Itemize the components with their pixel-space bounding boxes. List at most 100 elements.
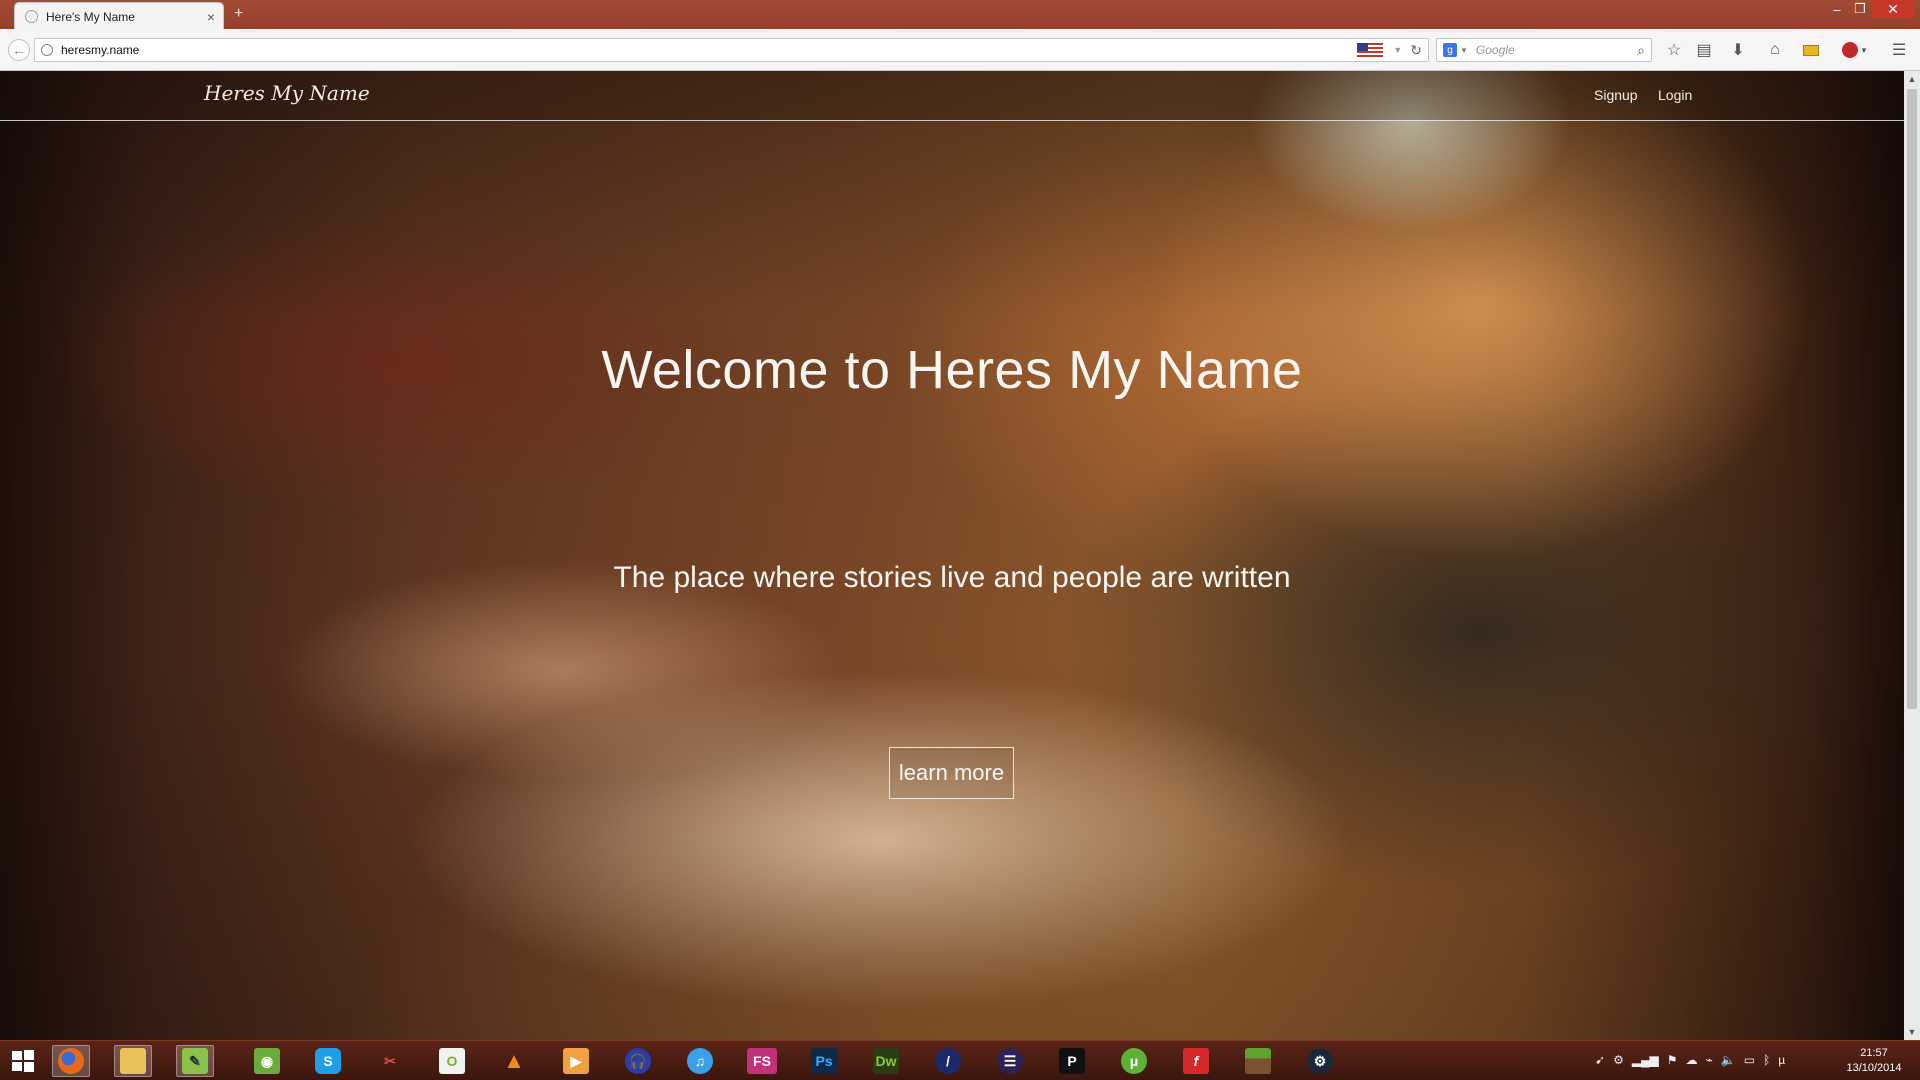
taskbar-eclipse-ide[interactable]: ☰ <box>991 1045 1029 1077</box>
favicon-icon: ◌ <box>25 10 38 23</box>
utorrent-icon: μ <box>1121 1048 1147 1074</box>
taskbar-snipping-tool[interactable]: ✂ <box>371 1045 409 1077</box>
search-icon[interactable]: ⌕ <box>1637 42 1645 59</box>
search-bar[interactable]: g ▼ Google ⌕ <box>1436 38 1652 62</box>
menu-icon[interactable]: ☰ <box>1888 39 1910 61</box>
photoshop-icon: Ps <box>811 1048 837 1074</box>
play-icon: ▶ <box>563 1048 589 1074</box>
tab-title: Here's My Name <box>46 9 135 24</box>
fs-icon: FS <box>747 1048 777 1074</box>
itunes-note-icon: ♫ <box>687 1048 713 1074</box>
minecraft-block-icon <box>1245 1048 1271 1074</box>
learn-more-button[interactable]: learn more <box>889 747 1014 799</box>
network-icon[interactable]: ⌁ <box>1706 1053 1713 1071</box>
folder-icon <box>120 1048 146 1074</box>
tray-arrow-icon[interactable]: ➹ <box>1595 1053 1605 1071</box>
windows-taskbar: ✎ ◉ S ✂ O ▲ ▶ 🎧 ♫ FS Ps Dw / ☰ P μ f ⚙ ➹… <box>0 1040 1920 1080</box>
taskbar-itunes[interactable]: ♫ <box>681 1045 719 1077</box>
close-window-button[interactable]: ✕ <box>1872 0 1914 18</box>
taskbar-skype[interactable]: S <box>309 1045 347 1077</box>
vlc-cone-icon: ▲ <box>503 1048 525 1073</box>
hero-overlay <box>0 71 1904 1040</box>
steam-icon: ⚙ <box>1307 1048 1333 1074</box>
clock-date: 13/10/2014 <box>1846 1062 1902 1074</box>
signup-link[interactable]: Signup <box>1594 87 1638 103</box>
taskbar-notepad[interactable]: ✎ <box>176 1045 214 1077</box>
taskbar-evernote[interactable]: ◉ <box>248 1045 286 1077</box>
star-icon[interactable]: ☆ <box>1663 39 1685 61</box>
battery-icon[interactable]: ▭ <box>1744 1053 1755 1071</box>
origin-icon: O <box>439 1048 465 1074</box>
p-app-icon: P <box>1059 1048 1085 1074</box>
taskbar-fs-app[interactable]: FS <box>743 1045 781 1077</box>
globe-icon <box>41 44 53 56</box>
taskbar-media-player[interactable]: ▶ <box>557 1045 595 1077</box>
volume-icon[interactable]: 🔈 <box>1721 1053 1736 1071</box>
eclipse-icon: ☰ <box>997 1048 1023 1074</box>
reload-icon[interactable]: ↻ <box>1410 42 1422 59</box>
scissors-icon: ✂ <box>384 1052 396 1069</box>
hero-subtitle: The place where stories live and people … <box>613 561 1291 594</box>
taskbar-origin[interactable]: O <box>433 1045 471 1077</box>
action-center-flag-icon[interactable]: ⚑ <box>1667 1053 1678 1071</box>
page-viewport: Heres My Name Signup Login Welcome to He… <box>0 71 1904 1040</box>
taskbar-utorrent[interactable]: μ <box>1115 1045 1153 1077</box>
login-link[interactable]: Login <box>1658 87 1692 103</box>
skype-icon: S <box>315 1048 341 1074</box>
abp-icon[interactable]: ▼ <box>1840 39 1870 61</box>
taskbar-audio-app[interactable]: 🎧 <box>619 1045 657 1077</box>
evernote-icon: ◉ <box>254 1048 280 1074</box>
tab-heres-my-name[interactable]: ◌ Here's My Name × <box>14 2 224 30</box>
url-text[interactable]: heresmy.name <box>61 43 1357 57</box>
flash-icon: f <box>1183 1048 1209 1074</box>
signal-icon[interactable]: ▂▄▆ <box>1632 1053 1659 1071</box>
browser-nav-bar: ← heresmy.name ▼ ↻ g ▼ Google ⌕ ☆ ▤ ⬇ ⌂ … <box>0 29 1920 71</box>
site-brand[interactable]: Heres My Name <box>204 81 370 105</box>
taskbar-p-app[interactable]: P <box>1053 1045 1091 1077</box>
scroll-down-icon[interactable]: ▼ <box>1904 1024 1920 1040</box>
taskbar-dreamweaver[interactable]: Dw <box>867 1045 905 1077</box>
taskbar-photoshop[interactable]: Ps <box>805 1045 843 1077</box>
system-tray: ➹ ⚙ ▂▄▆ ⚑ ☁ ⌁ 🔈 ▭ ᛒ µ <box>1595 1053 1835 1071</box>
site-navbar: Heres My Name Signup Login <box>0 71 1904 121</box>
bluetooth-icon[interactable]: ᛒ <box>1763 1053 1770 1071</box>
scrollbar-thumb[interactable] <box>1907 89 1917 709</box>
tray-utorrent-icon[interactable]: µ <box>1778 1053 1785 1071</box>
tab-close-icon[interactable]: × <box>207 9 215 25</box>
dreamweaver-icon: Dw <box>873 1048 899 1074</box>
back-icon[interactable]: ← <box>8 39 30 61</box>
eclipse-app-icon: / <box>935 1048 961 1074</box>
tray-steam-icon[interactable]: ⚙ <box>1613 1053 1624 1071</box>
hero-title: Welcome to Heres My Name <box>601 340 1303 400</box>
maximize-button[interactable]: ❐ <box>1849 0 1871 18</box>
us-flag-icon[interactable] <box>1357 42 1384 58</box>
browser-title-bar: ◌ Here's My Name × + – ❐ ✕ <box>0 0 1920 30</box>
notepad-icon: ✎ <box>182 1048 208 1074</box>
addon-icon[interactable] <box>1800 39 1822 61</box>
home-icon[interactable]: ⌂ <box>1764 39 1786 61</box>
url-bar[interactable]: heresmy.name ▼ ↻ <box>34 38 1429 62</box>
taskbar-file-explorer[interactable] <box>114 1045 152 1077</box>
taskbar-flash[interactable]: f <box>1177 1045 1215 1077</box>
dropdown-arrow-icon[interactable]: ▼ <box>1393 45 1402 55</box>
scroll-up-icon[interactable]: ▲ <box>1904 71 1920 87</box>
start-button[interactable] <box>4 1045 42 1077</box>
taskbar-steam[interactable]: ⚙ <box>1301 1045 1339 1077</box>
new-tab-button[interactable]: + <box>234 6 243 22</box>
google-icon[interactable]: g <box>1443 43 1457 57</box>
taskbar-eclipse-app[interactable]: / <box>929 1045 967 1077</box>
windows-logo-icon <box>12 1050 34 1072</box>
reading-list-icon[interactable]: ▤ <box>1693 39 1715 61</box>
search-engine-dropdown-icon[interactable]: ▼ <box>1460 46 1468 55</box>
taskbar-firefox[interactable] <box>52 1045 90 1077</box>
taskbar-vlc[interactable]: ▲ <box>495 1045 533 1077</box>
onedrive-cloud-icon[interactable]: ☁ <box>1686 1053 1698 1071</box>
clock-time: 21:57 <box>1860 1047 1888 1059</box>
minimize-button[interactable]: – <box>1826 0 1848 18</box>
firefox-icon <box>58 1048 84 1074</box>
page-scrollbar[interactable]: ▲ ▼ <box>1904 71 1920 1040</box>
taskbar-minecraft[interactable] <box>1239 1045 1277 1077</box>
taskbar-clock[interactable]: 21:57 13/10/2014 <box>1836 1046 1912 1076</box>
search-input[interactable]: Google <box>1476 43 1637 57</box>
download-icon[interactable]: ⬇ <box>1727 39 1749 61</box>
